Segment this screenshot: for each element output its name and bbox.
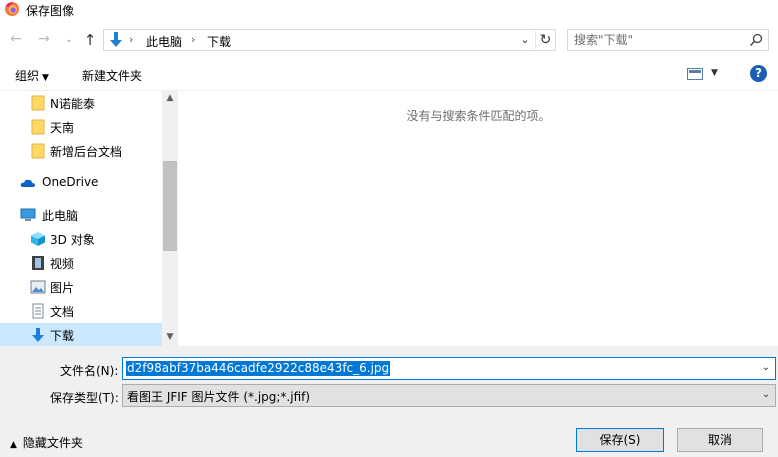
back-button[interactable]: ← bbox=[8, 32, 24, 48]
download-icon bbox=[110, 32, 122, 47]
refresh-icon[interactable]: ↻ bbox=[535, 31, 555, 49]
pictures-icon bbox=[30, 280, 46, 294]
forward-button[interactable]: → bbox=[36, 32, 52, 48]
cube-3d-icon bbox=[31, 232, 45, 246]
scroll-down-icon[interactable]: ▼ bbox=[162, 332, 177, 344]
navigation-pane: N诺能泰 天南 新增后台文档 OneDrive 此电脑 3D 对象 视频 图片 … bbox=[0, 91, 178, 346]
folder-icon bbox=[31, 95, 45, 111]
breadcrumb-downloads[interactable]: 下载 bbox=[207, 33, 231, 50]
folder-icon bbox=[31, 119, 45, 135]
nav-item-pictures[interactable]: 图片 bbox=[0, 275, 162, 299]
cancel-button[interactable]: 取消 bbox=[677, 428, 763, 452]
nav-item-downloads[interactable]: 下载 bbox=[0, 323, 162, 346]
save-button[interactable]: 保存(S) bbox=[576, 428, 664, 452]
search-icon[interactable] bbox=[748, 32, 764, 48]
nav-item-label: 3D 对象 bbox=[50, 233, 95, 247]
new-folder-button[interactable]: 新建文件夹 bbox=[82, 67, 142, 84]
savetype-value: 看图王 JFIF 图片文件 (*.jpg;*.jfif) bbox=[127, 390, 311, 404]
documents-icon bbox=[32, 303, 44, 319]
nav-item-label: 此电脑 bbox=[42, 209, 79, 223]
title-bar: 保存图像 bbox=[0, 0, 778, 20]
save-form: 文件名(N): d2f98abf37ba446cadfe2922c88e43fc… bbox=[0, 346, 778, 457]
savetype-select[interactable]: 看图王 JFIF 图片文件 (*.jpg;*.jfif) ⌄ bbox=[122, 384, 776, 407]
firefox-icon bbox=[5, 2, 19, 16]
up-button[interactable]: ↑ bbox=[82, 31, 98, 49]
address-dropdown-icon[interactable]: ⌄ bbox=[517, 33, 533, 47]
empty-results-message: 没有与搜索条件匹配的项。 bbox=[406, 109, 551, 123]
nav-scrollbar[interactable]: ▲ ▼ bbox=[162, 91, 177, 346]
nav-item-onedrive[interactable]: OneDrive bbox=[0, 171, 162, 195]
savetype-label: 保存类型(T): bbox=[50, 391, 119, 405]
filename-value[interactable]: d2f98abf37ba446cadfe2922c88e43fc_6.jpg bbox=[126, 361, 391, 376]
filename-dropdown-icon[interactable]: ⌄ bbox=[759, 362, 773, 373]
scroll-up-icon[interactable]: ▲ bbox=[162, 93, 177, 105]
scrollbar-thumb[interactable] bbox=[163, 161, 177, 251]
command-bar: 组织 ▼ 新建文件夹 ▼ ? bbox=[0, 60, 778, 91]
address-bar[interactable]: › 此电脑 › 下载 ⌄ ↻ bbox=[103, 29, 556, 51]
nav-item-label: 下载 bbox=[50, 329, 75, 343]
view-caret-down-icon[interactable]: ▼ bbox=[711, 68, 718, 78]
nav-item-label: 新增后台文档 bbox=[50, 145, 123, 159]
breadcrumb-separator-icon[interactable]: › bbox=[191, 33, 195, 46]
breadcrumb-this-pc[interactable]: 此电脑 bbox=[146, 33, 182, 50]
nav-item-3d-objects[interactable]: 3D 对象 bbox=[0, 227, 162, 251]
download-icon bbox=[32, 328, 44, 342]
nav-item-label: 文档 bbox=[50, 305, 75, 319]
nav-item-label: 视频 bbox=[50, 257, 75, 271]
folder-icon bbox=[31, 143, 45, 159]
filename-field[interactable]: d2f98abf37ba446cadfe2922c88e43fc_6.jpg ⌄ bbox=[122, 357, 776, 380]
caret-up-icon: ▲ bbox=[10, 440, 17, 450]
breadcrumb-separator-icon[interactable]: › bbox=[129, 33, 133, 46]
nav-item-folder[interactable]: 天南 bbox=[0, 115, 162, 139]
savetype-dropdown-icon[interactable]: ⌄ bbox=[759, 389, 773, 400]
nav-item-label: OneDrive bbox=[42, 175, 99, 189]
filename-label: 文件名(N): bbox=[60, 364, 119, 378]
window-title: 保存图像 bbox=[26, 4, 75, 18]
view-options-icon[interactable] bbox=[687, 68, 703, 80]
help-button[interactable]: ? bbox=[750, 65, 767, 82]
caret-down-icon: ▼ bbox=[42, 73, 49, 83]
cloud-icon bbox=[20, 179, 35, 187]
nav-item-label: 图片 bbox=[50, 281, 75, 295]
computer-icon bbox=[20, 208, 36, 221]
nav-item-label: N诺能泰 bbox=[50, 97, 95, 111]
nav-item-folder[interactable]: N诺能泰 bbox=[0, 91, 162, 115]
nav-item-documents[interactable]: 文档 bbox=[0, 299, 162, 323]
nav-item-folder[interactable]: 新增后台文档 bbox=[0, 139, 162, 163]
nav-item-label: 天南 bbox=[50, 121, 75, 135]
search-input[interactable] bbox=[574, 32, 744, 48]
hide-folders-toggle[interactable]: ▲ 隐藏文件夹 bbox=[10, 434, 83, 451]
nav-item-this-pc[interactable]: 此电脑 bbox=[0, 203, 162, 227]
hide-folders-label: 隐藏文件夹 bbox=[22, 436, 83, 450]
file-list-pane[interactable]: 没有与搜索条件匹配的项。 bbox=[179, 91, 778, 346]
organize-label: 组织 bbox=[15, 69, 40, 83]
search-box[interactable] bbox=[567, 29, 769, 51]
nav-item-videos[interactable]: 视频 bbox=[0, 251, 162, 275]
video-icon bbox=[32, 256, 44, 270]
organize-button[interactable]: 组织 ▼ bbox=[15, 67, 49, 84]
recent-locations-button[interactable]: ⌄ bbox=[64, 32, 74, 48]
